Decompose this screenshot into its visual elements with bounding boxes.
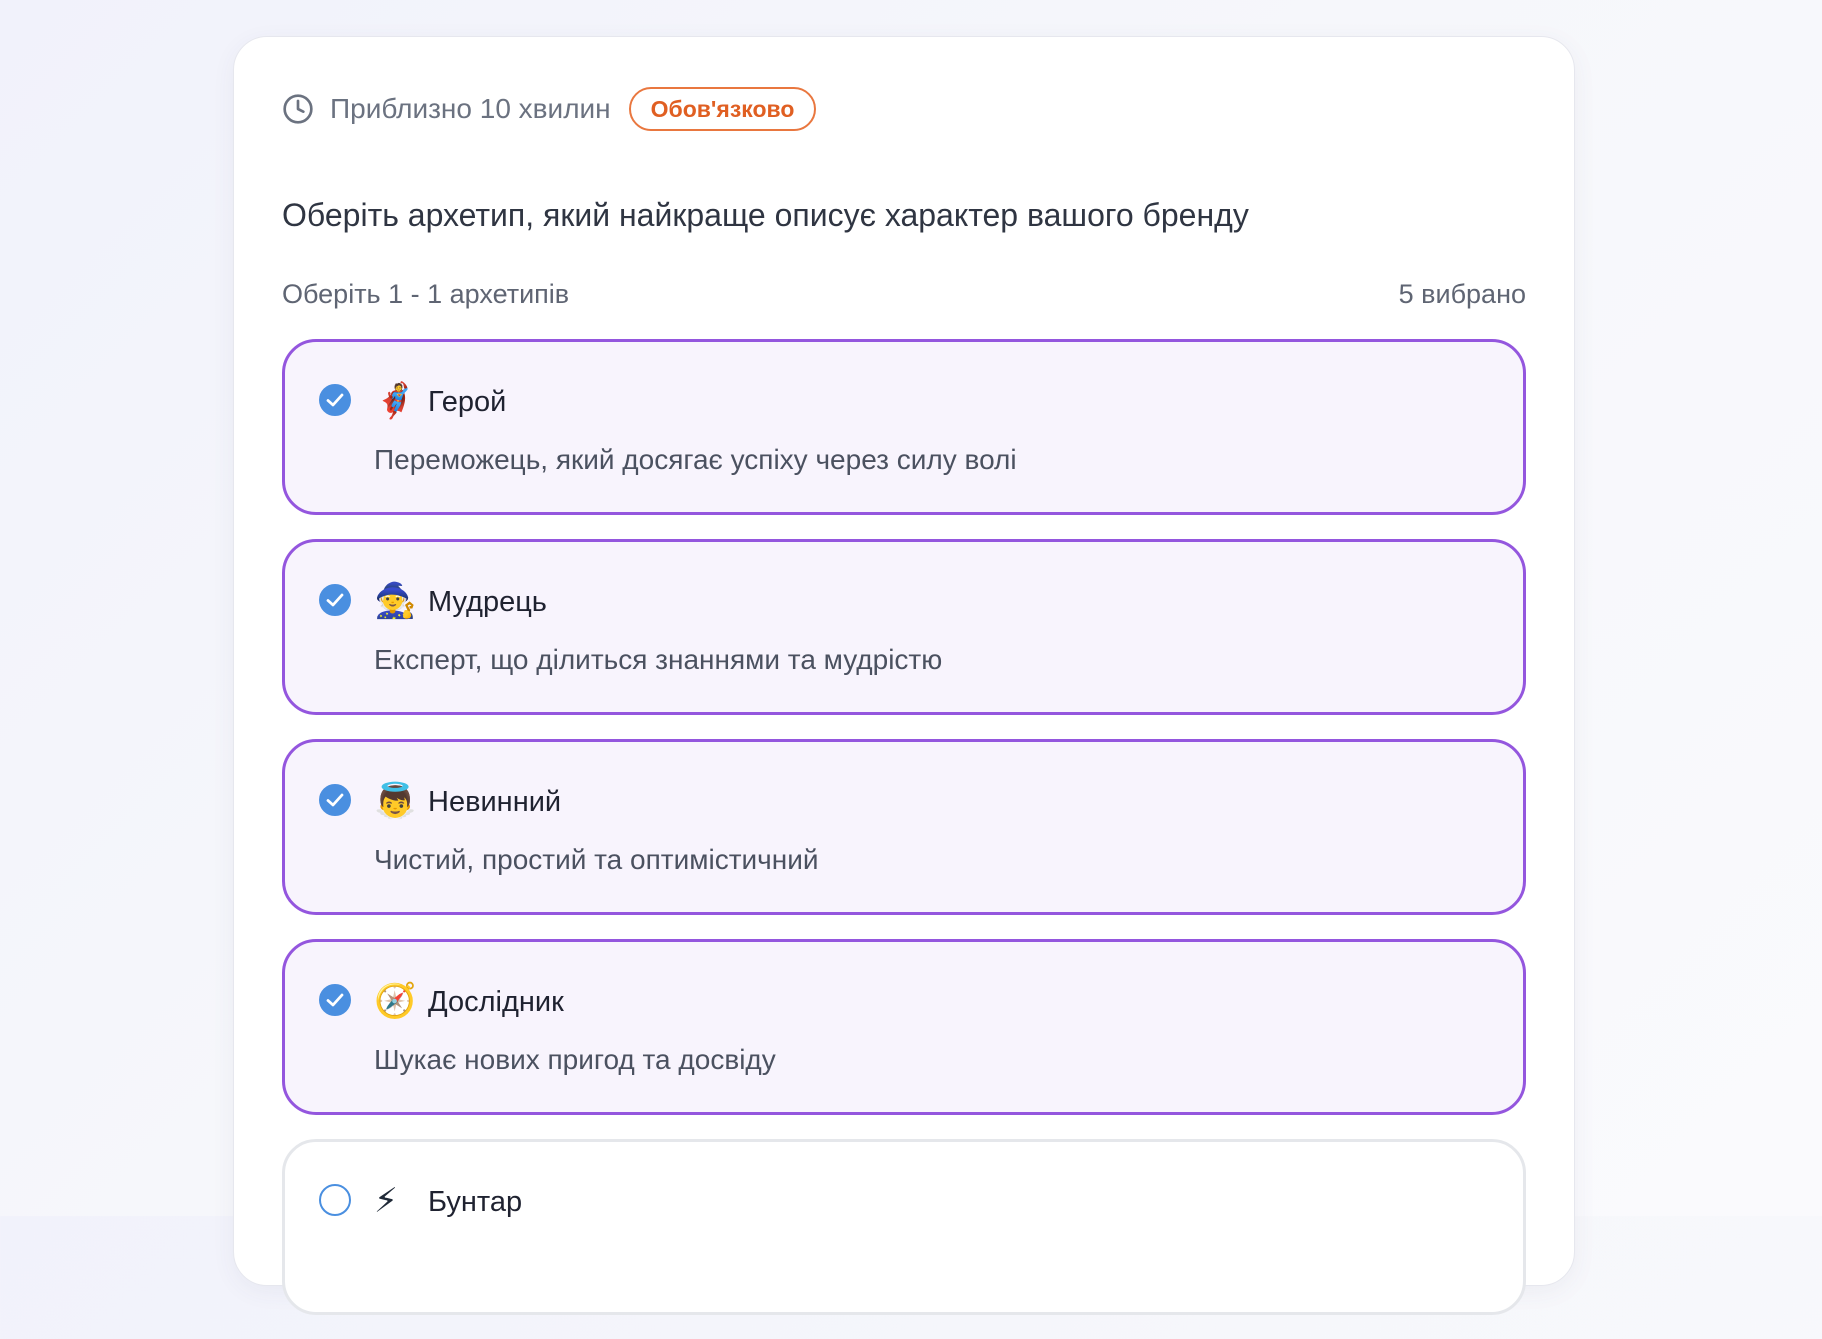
archetype-option[interactable]: 🧙 Мудрець Експерт, що ділиться знаннями … xyxy=(282,539,1526,715)
checkmark-icon xyxy=(326,793,344,807)
option-title: Мудрець xyxy=(428,586,547,618)
option-description: Експерт, що ділиться знаннями та мудріст… xyxy=(374,644,943,675)
question-card: Приблизно 10 хвилин Обов'язково Оберіть … xyxy=(233,36,1575,1315)
selected-count: 5 вибрано xyxy=(1398,279,1526,309)
checkbox[interactable] xyxy=(319,384,351,416)
archetype-option[interactable]: 👼 Невинний Чистий, простий та оптимістич… xyxy=(282,739,1526,915)
question-prompt: Оберіть архетип, який найкраще описує ха… xyxy=(282,197,1249,233)
angel-icon: 👼 xyxy=(374,782,417,820)
lightning-icon: ⚡ xyxy=(374,1182,398,1220)
archetype-options: 🦸 Герой Переможець, який досягає успіху … xyxy=(282,339,1526,1339)
archetype-option[interactable]: ⚡ Бунтар xyxy=(282,1139,1526,1315)
archetype-option[interactable]: 🧭 Дослідник Шукає нових пригод та досвід… xyxy=(282,939,1526,1115)
clock-icon xyxy=(283,94,313,124)
question-meta: Приблизно 10 хвилин Обов'язково xyxy=(282,87,817,131)
option-title: Дослідник xyxy=(428,986,564,1018)
checkbox[interactable] xyxy=(319,584,351,616)
checkbox[interactable] xyxy=(319,1184,351,1216)
archetype-option[interactable]: 🦸 Герой Переможець, який досягає успіху … xyxy=(282,339,1526,515)
option-description: Шукає нових пригод та досвіду xyxy=(374,1044,776,1075)
superhero-icon: 🦸 xyxy=(374,382,417,420)
checkmark-icon xyxy=(326,593,344,607)
option-title: Бунтар xyxy=(428,1186,523,1218)
option-title: Невинний xyxy=(428,786,562,818)
compass-icon: 🧭 xyxy=(374,982,417,1020)
checkbox[interactable] xyxy=(319,984,351,1016)
option-description: Переможець, який досягає успіху через си… xyxy=(374,444,1017,475)
option-title: Герой xyxy=(428,386,507,418)
checkmark-icon xyxy=(326,993,344,1007)
option-description: Чистий, простий та оптимістичний xyxy=(374,844,819,875)
selection-hint: Оберіть 1 - 1 архетипів xyxy=(282,279,570,309)
checkmark-icon xyxy=(326,393,344,407)
required-badge: Обов'язково xyxy=(628,87,817,131)
checkbox[interactable] xyxy=(319,784,351,816)
mage-icon: 🧙 xyxy=(374,582,417,620)
estimated-duration: Приблизно 10 хвилин xyxy=(330,93,611,124)
